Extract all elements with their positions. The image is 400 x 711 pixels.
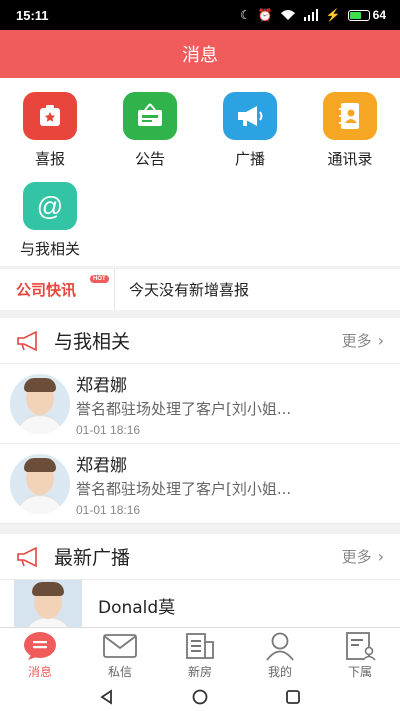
tab-label: 私信	[107, 665, 132, 679]
related-more-link[interactable]: 更多 ›	[342, 330, 384, 351]
battery-percent: 64	[372, 8, 386, 22]
broadcast-section-header: 最新广播 更多 ›	[0, 534, 400, 580]
battery-fill	[349, 11, 362, 19]
document-person-icon	[344, 631, 376, 661]
chevron-right-icon: ›	[377, 331, 384, 350]
quick-item-contacts[interactable]: 通讯录	[300, 92, 400, 169]
quick-action-grid: 喜报 公告 广播 通讯录 @ 与我相关	[0, 78, 400, 266]
at-sign-icon: @	[23, 182, 77, 230]
quick-item-label: 通讯录	[327, 150, 373, 168]
person-icon	[264, 631, 296, 661]
hot-badge: HOT	[90, 275, 109, 283]
tab-subordinates[interactable]: 下属	[320, 628, 400, 683]
megaphone-icon	[223, 92, 277, 140]
broadcast-row[interactable]: Donald莫	[0, 580, 400, 627]
message-preview: 誉名都驻场处理了客户[刘小姐...	[76, 399, 292, 418]
charging-icon: ⚡	[325, 8, 341, 22]
tab-label: 下属	[347, 665, 372, 679]
home-icon[interactable]	[192, 689, 208, 705]
tab-label: 新房	[187, 665, 212, 679]
system-navigation-bar	[0, 683, 400, 711]
quick-item-label: 喜报	[34, 150, 65, 168]
related-section: 与我相关 更多 › 郑君娜 誉名都驻场处理了客户[刘小姐... 01-01 18…	[0, 318, 400, 524]
wifi-icon	[280, 10, 295, 20]
megaphone-outline-icon	[17, 546, 37, 567]
company-news-bar[interactable]: 公司快讯 HOT 今天没有新增喜报	[0, 268, 400, 310]
broadcast-sender-name: Donald莫	[98, 597, 176, 618]
quick-item-label: 广播	[234, 150, 265, 168]
news-text: 今天没有新增喜报	[129, 281, 250, 299]
tab-new-homes[interactable]: 新房	[160, 628, 240, 683]
status-icons: ☾ ⏰ ⚡ 64	[240, 8, 386, 22]
tab-profile[interactable]: 我的	[240, 628, 320, 683]
news-tag: 公司快讯 HOT	[0, 269, 115, 310]
avatar	[14, 580, 82, 627]
battery-indicator: 64	[347, 8, 386, 22]
building-document-icon	[183, 631, 217, 661]
message-preview: 誉名都驻场处理了客户[刘小姐...	[76, 479, 292, 498]
tab-private-messages[interactable]: 私信	[80, 628, 160, 683]
moon-icon: ☾	[239, 8, 251, 22]
section-title: 与我相关	[54, 331, 131, 353]
avatar	[10, 453, 70, 514]
status-bar: 15:11 ☾ ⏰ ⚡ 64	[0, 0, 400, 30]
message-row[interactable]: 郑君娜 誉名都驻场处理了客户[刘小姐... 01-01 18:16	[0, 444, 400, 524]
page-header: 消息	[0, 30, 400, 78]
address-book-icon	[323, 92, 377, 140]
bottom-tab-bar: 消息 私信 新房 我的 下属	[0, 627, 400, 683]
sender-name: 郑君娜	[76, 455, 127, 476]
signal-icon	[303, 9, 318, 21]
envelope-icon	[102, 631, 138, 661]
sender-name: 郑君娜	[76, 375, 127, 396]
tab-label: 我的	[267, 665, 292, 679]
more-label: 更多	[341, 548, 372, 566]
message-time: 01-01 18:16	[76, 422, 141, 437]
back-icon[interactable]	[99, 689, 115, 705]
news-tag-label: 公司快讯	[16, 281, 77, 299]
notice-board-icon	[123, 92, 177, 140]
quick-item-announcement[interactable]: 公告	[100, 92, 200, 169]
more-label: 更多	[341, 332, 372, 350]
avatar	[10, 373, 70, 434]
tab-label: 消息	[27, 665, 52, 679]
trophy-icon	[23, 92, 77, 140]
broadcast-section: 最新广播 更多 › Donald莫	[0, 534, 400, 627]
status-time: 15:11	[16, 7, 49, 23]
alarm-icon: ⏰	[257, 8, 273, 22]
chat-bubble-icon	[23, 631, 57, 661]
quick-item-related[interactable]: @ 与我相关	[0, 182, 100, 259]
section-title: 最新广播	[54, 547, 131, 569]
page-title: 消息	[182, 45, 218, 66]
chevron-right-icon: ›	[377, 547, 384, 566]
recents-icon[interactable]	[285, 689, 301, 705]
quick-item-label: 公告	[134, 150, 165, 168]
message-time: 01-01 18:16	[76, 502, 141, 517]
quick-item-label: 与我相关	[19, 240, 80, 258]
quick-item-good-news[interactable]: 喜报	[0, 92, 100, 169]
megaphone-outline-icon	[17, 330, 37, 351]
broadcast-more-link[interactable]: 更多 ›	[342, 546, 384, 567]
tab-messages[interactable]: 消息	[0, 628, 80, 683]
related-section-header: 与我相关 更多 ›	[0, 318, 400, 364]
message-row[interactable]: 郑君娜 誉名都驻场处理了客户[刘小姐... 01-01 18:16	[0, 364, 400, 444]
quick-item-broadcast[interactable]: 广播	[200, 92, 300, 169]
